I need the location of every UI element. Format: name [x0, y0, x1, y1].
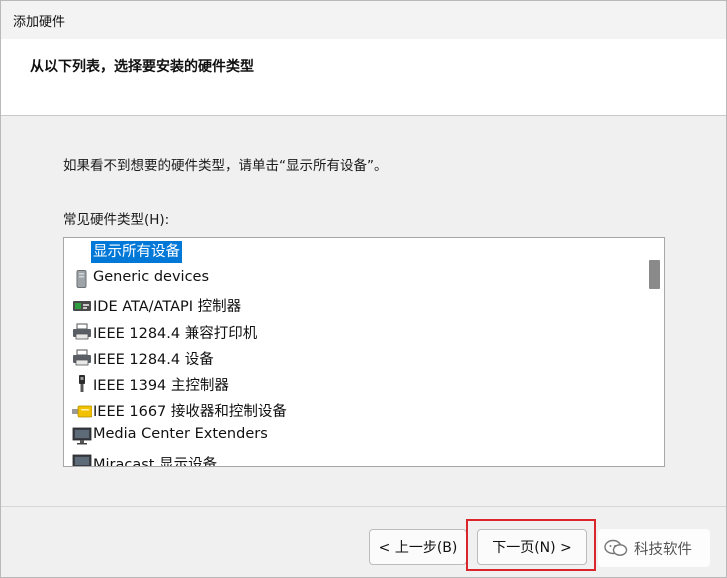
- title-bar: 添加硬件: [1, 1, 726, 39]
- ide-controller-icon: [72, 296, 92, 314]
- list-item-label: IEEE 1284.4 设备: [93, 351, 214, 368]
- list-item-ieee-1394-controller[interactable]: IEEE 1394 主控制器: [64, 371, 642, 397]
- generic-device-icon: [72, 270, 92, 289]
- firewire-plug-icon: [72, 374, 92, 393]
- list-item-show-all-devices[interactable]: 显示所有设备: [64, 240, 642, 266]
- hardware-types-list[interactable]: 显示所有设备 Generic devices IDE ATA/ATAPI 控制器…: [63, 237, 665, 467]
- list-item-label: IEEE 1667 接收器和控制设备: [93, 404, 287, 421]
- list-item-ieee-1667-device[interactable]: IEEE 1667 接收器和控制设备: [64, 397, 642, 423]
- list-scrollbar[interactable]: [644, 238, 664, 466]
- list-item-ieee-1284-printer[interactable]: IEEE 1284.4 兼容打印机: [64, 319, 642, 345]
- monitor-icon: [72, 427, 92, 445]
- usb-drive-icon: [72, 401, 93, 419]
- back-button[interactable]: < 上一步(B): [369, 529, 467, 565]
- instruction-text: 如果看不到想要的硬件类型，请单击“显示所有设备”。: [63, 158, 388, 174]
- list-item-label: Media Center Extenders: [93, 426, 268, 443]
- page-heading: 从以下列表，选择要安装的硬件类型: [30, 59, 254, 75]
- list-item-generic-devices[interactable]: Generic devices: [64, 266, 642, 292]
- watermark-text: 科技软件: [634, 542, 692, 558]
- hardware-types-label: 常见硬件类型(H):: [63, 212, 170, 228]
- scroll-thumb[interactable]: [649, 260, 660, 289]
- add-hardware-window: 添加硬件 从以下列表，选择要安装的硬件类型 如果看不到想要的硬件类型，请单击“显…: [0, 0, 727, 578]
- list-item-label: IEEE 1284.4 兼容打印机: [93, 325, 258, 342]
- list-item-media-center-extenders[interactable]: Media Center Extenders: [64, 423, 642, 449]
- wechat-icon: [604, 539, 628, 557]
- watermark: 科技软件: [598, 529, 710, 567]
- wizard-header: 从以下列表，选择要安装的硬件类型: [1, 39, 726, 116]
- list-item-label: IDE ATA/ATAPI 控制器: [93, 299, 242, 316]
- window-title: 添加硬件: [13, 15, 66, 30]
- list-item-ide-controller[interactable]: IDE ATA/ATAPI 控制器: [64, 292, 642, 318]
- list-items: 显示所有设备 Generic devices IDE ATA/ATAPI 控制器…: [64, 240, 642, 467]
- next-button-highlight: [466, 519, 596, 571]
- list-item-label: 显示所有设备: [91, 241, 182, 263]
- list-item-label: Miracast 显示设备: [93, 456, 218, 467]
- list-item-miracast-display[interactable]: Miracast 显示设备: [64, 450, 642, 467]
- printer-icon: [72, 349, 92, 367]
- list-item-label: IEEE 1394 主控制器: [93, 377, 229, 394]
- footer-divider: [1, 506, 726, 507]
- monitor-icon: [72, 454, 92, 466]
- list-item-label: Generic devices: [93, 269, 210, 286]
- printer-icon: [72, 323, 92, 341]
- list-item-ieee-1284-device[interactable]: IEEE 1284.4 设备: [64, 345, 642, 371]
